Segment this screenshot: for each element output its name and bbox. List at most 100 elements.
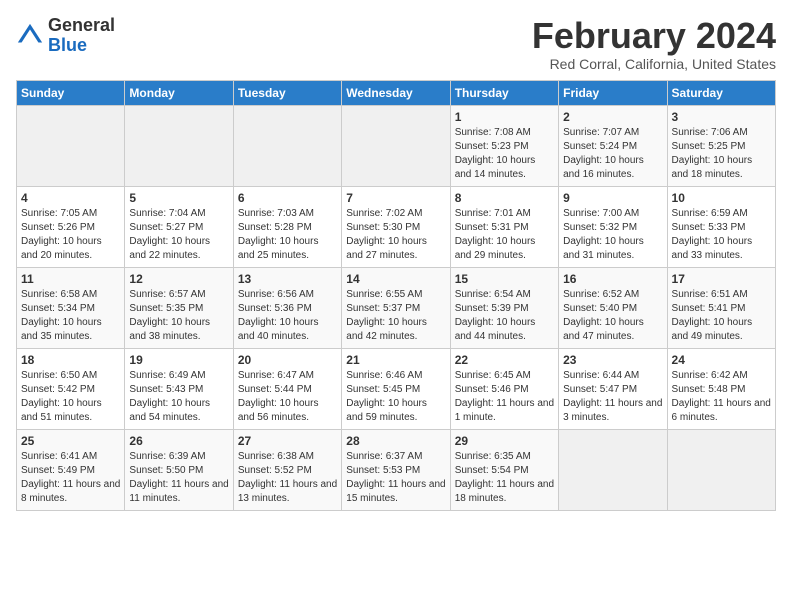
day-info: Sunrise: 7:01 AM Sunset: 5:31 PM Dayligh… — [455, 207, 554, 263]
calendar-cell: 26 Sunrise: 6:39 AM Sunset: 5:50 PM Dayli… — [125, 429, 233, 510]
calendar-cell — [342, 105, 450, 186]
day-info: Sunrise: 6:47 AM Sunset: 5:44 PM Dayligh… — [238, 369, 337, 425]
calendar-cell: 6Sunrise: 7:03 AM Sunset: 5:28 PM Daylig… — [233, 186, 341, 267]
month-title: February 2024 — [532, 16, 776, 56]
calendar-cell: 19 Sunrise: 6:49 AM Sunset: 5:43 PM Dayli… — [125, 348, 233, 429]
day-info: Sunrise: 6:49 AM Sunset: 5:43 PM Dayligh… — [129, 369, 228, 425]
day-info: Sunrise: 6:41 AM Sunset: 5:49 PM Dayligh… — [21, 450, 120, 506]
day-info: Sunrise: 7:04 AM Sunset: 5:27 PM Dayligh… — [129, 207, 228, 263]
day-number: 10 — [672, 191, 771, 205]
day-info: Sunrise: 6:56 AM Sunset: 5:36 PM Dayligh… — [238, 288, 337, 344]
day-number: 27 — [238, 434, 337, 448]
day-number: 12 — [129, 272, 228, 286]
calendar: SundayMondayTuesdayWednesdayThursdayFrid… — [16, 80, 776, 511]
header-day-friday: Friday — [559, 80, 667, 105]
header-day-wednesday: Wednesday — [342, 80, 450, 105]
day-number: 29 — [455, 434, 554, 448]
day-number: 19 — [129, 353, 228, 367]
day-info: Sunrise: 7:08 AM Sunset: 5:23 PM Dayligh… — [455, 126, 554, 182]
day-info: Sunrise: 6:57 AM Sunset: 5:35 PM Dayligh… — [129, 288, 228, 344]
calendar-cell: 4 Sunrise: 7:05 AM Sunset: 5:26 PM Daylig… — [17, 186, 125, 267]
header-day-thursday: Thursday — [450, 80, 558, 105]
calendar-cell: 13Sunrise: 6:56 AM Sunset: 5:36 PM Dayli… — [233, 267, 341, 348]
day-info: Sunrise: 6:58 AM Sunset: 5:34 PM Dayligh… — [21, 288, 120, 344]
day-number: 5 — [129, 191, 228, 205]
day-info: Sunrise: 6:37 AM Sunset: 5:53 PM Dayligh… — [346, 450, 445, 506]
header-day-monday: Monday — [125, 80, 233, 105]
day-number: 24 — [672, 353, 771, 367]
day-info: Sunrise: 6:55 AM Sunset: 5:37 PM Dayligh… — [346, 288, 445, 344]
calendar-cell — [667, 429, 775, 510]
calendar-cell: 29 Sunrise: 6:35 AM Sunset: 5:54 PM Dayli… — [450, 429, 558, 510]
day-info: Sunrise: 6:59 AM Sunset: 5:33 PM Dayligh… — [672, 207, 771, 263]
day-number: 14 — [346, 272, 445, 286]
calendar-cell: 8 Sunrise: 7:01 AM Sunset: 5:31 PM Daylig… — [450, 186, 558, 267]
day-number: 3 — [672, 110, 771, 124]
header-day-sunday: Sunday — [17, 80, 125, 105]
header-day-tuesday: Tuesday — [233, 80, 341, 105]
day-info: Sunrise: 6:38 AM Sunset: 5:52 PM Dayligh… — [238, 450, 337, 506]
day-number: 15 — [455, 272, 554, 286]
calendar-cell: 2 Sunrise: 7:07 AM Sunset: 5:24 PM Daylig… — [559, 105, 667, 186]
day-info: Sunrise: 7:05 AM Sunset: 5:26 PM Dayligh… — [21, 207, 120, 263]
calendar-cell: 23 Sunrise: 6:44 AM Sunset: 5:47 PM Dayli… — [559, 348, 667, 429]
day-number: 22 — [455, 353, 554, 367]
calendar-cell: 10 Sunrise: 6:59 AM Sunset: 5:33 PM Dayli… — [667, 186, 775, 267]
calendar-cell — [559, 429, 667, 510]
calendar-cell: 1 Sunrise: 7:08 AM Sunset: 5:23 PM Daylig… — [450, 105, 558, 186]
calendar-cell: 22 Sunrise: 6:45 AM Sunset: 5:46 PM Dayli… — [450, 348, 558, 429]
header-day-saturday: Saturday — [667, 80, 775, 105]
location-title: Red Corral, California, United States — [532, 56, 776, 72]
day-info: Sunrise: 6:39 AM Sunset: 5:50 PM Dayligh… — [129, 450, 228, 506]
day-info: Sunrise: 7:00 AM Sunset: 5:32 PM Dayligh… — [563, 207, 662, 263]
day-info: Sunrise: 7:07 AM Sunset: 5:24 PM Dayligh… — [563, 126, 662, 182]
day-number: 17 — [672, 272, 771, 286]
calendar-cell — [125, 105, 233, 186]
day-number: 1 — [455, 110, 554, 124]
day-info: Sunrise: 6:35 AM Sunset: 5:54 PM Dayligh… — [455, 450, 554, 506]
day-number: 8 — [455, 191, 554, 205]
day-info: Sunrise: 6:50 AM Sunset: 5:42 PM Dayligh… — [21, 369, 120, 425]
calendar-week-row: 4 Sunrise: 7:05 AM Sunset: 5:26 PM Daylig… — [17, 186, 776, 267]
calendar-cell: 20Sunrise: 6:47 AM Sunset: 5:44 PM Dayli… — [233, 348, 341, 429]
calendar-cell: 21Sunrise: 6:46 AM Sunset: 5:45 PM Dayli… — [342, 348, 450, 429]
calendar-week-row: 25 Sunrise: 6:41 AM Sunset: 5:49 PM Dayli… — [17, 429, 776, 510]
calendar-cell: 27 Sunrise: 6:38 AM Sunset: 5:52 PM Dayli… — [233, 429, 341, 510]
day-number: 2 — [563, 110, 662, 124]
day-number: 25 — [21, 434, 120, 448]
day-info: Sunrise: 6:52 AM Sunset: 5:40 PM Dayligh… — [563, 288, 662, 344]
title-area: February 2024 Red Corral, California, Un… — [532, 16, 776, 72]
logo-text: General Blue — [48, 16, 115, 56]
calendar-cell: 25 Sunrise: 6:41 AM Sunset: 5:49 PM Dayli… — [17, 429, 125, 510]
calendar-cell: 12 Sunrise: 6:57 AM Sunset: 5:35 PM Dayli… — [125, 267, 233, 348]
day-number: 21 — [346, 353, 445, 367]
day-info: Sunrise: 6:42 AM Sunset: 5:48 PM Dayligh… — [672, 369, 771, 425]
calendar-week-row: 18Sunrise: 6:50 AM Sunset: 5:42 PM Dayli… — [17, 348, 776, 429]
day-number: 28 — [346, 434, 445, 448]
calendar-cell: 14 Sunrise: 6:55 AM Sunset: 5:37 PM Dayli… — [342, 267, 450, 348]
day-number: 26 — [129, 434, 228, 448]
day-number: 23 — [563, 353, 662, 367]
day-number: 4 — [21, 191, 120, 205]
day-number: 9 — [563, 191, 662, 205]
calendar-cell: 24 Sunrise: 6:42 AM Sunset: 5:48 PM Dayli… — [667, 348, 775, 429]
calendar-header-row: SundayMondayTuesdayWednesdayThursdayFrid… — [17, 80, 776, 105]
calendar-week-row: 1 Sunrise: 7:08 AM Sunset: 5:23 PM Daylig… — [17, 105, 776, 186]
logo: General Blue — [16, 16, 115, 56]
calendar-cell: 17Sunrise: 6:51 AM Sunset: 5:41 PM Dayli… — [667, 267, 775, 348]
day-info: Sunrise: 7:02 AM Sunset: 5:30 PM Dayligh… — [346, 207, 445, 263]
day-number: 7 — [346, 191, 445, 205]
calendar-cell: 3Sunrise: 7:06 AM Sunset: 5:25 PM Daylig… — [667, 105, 775, 186]
day-number: 11 — [21, 272, 120, 286]
logo-icon — [16, 22, 44, 50]
calendar-cell: 28 Sunrise: 6:37 AM Sunset: 5:53 PM Dayli… — [342, 429, 450, 510]
day-number: 6 — [238, 191, 337, 205]
calendar-cell: 15Sunrise: 6:54 AM Sunset: 5:39 PM Dayli… — [450, 267, 558, 348]
day-info: Sunrise: 6:44 AM Sunset: 5:47 PM Dayligh… — [563, 369, 662, 425]
day-info: Sunrise: 6:45 AM Sunset: 5:46 PM Dayligh… — [455, 369, 554, 425]
calendar-cell: 7 Sunrise: 7:02 AM Sunset: 5:30 PM Daylig… — [342, 186, 450, 267]
header: General Blue February 2024 Red Corral, C… — [16, 16, 776, 72]
calendar-cell: 11 Sunrise: 6:58 AM Sunset: 5:34 PM Dayli… — [17, 267, 125, 348]
calendar-cell: 9 Sunrise: 7:00 AM Sunset: 5:32 PM Daylig… — [559, 186, 667, 267]
day-number: 16 — [563, 272, 662, 286]
